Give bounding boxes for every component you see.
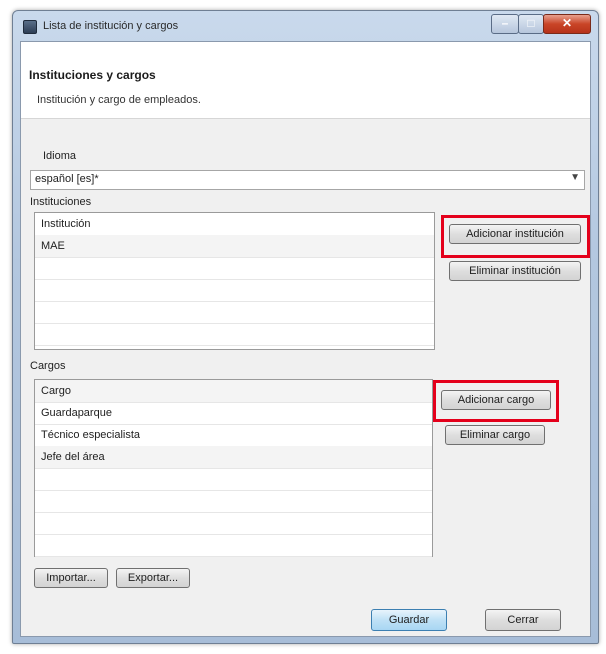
- add-institution-button[interactable]: Adicionar institución: [449, 224, 581, 244]
- dialog-client-area: Instituciones y cargos Institución y car…: [20, 41, 591, 637]
- title-bar[interactable]: Lista de institución y cargos – □ ✕: [13, 11, 598, 41]
- list-item[interactable]: [35, 468, 432, 491]
- import-button[interactable]: Importar...: [34, 568, 108, 588]
- list-item[interactable]: [35, 301, 434, 324]
- close-button[interactable]: Cerrar: [485, 609, 561, 631]
- positions-label: Cargos: [30, 360, 66, 372]
- institutions-list[interactable]: Institución MAE: [34, 212, 435, 350]
- chevron-down-icon[interactable]: ▼: [570, 172, 580, 183]
- institutions-label: Instituciones: [30, 196, 92, 208]
- minimize-button[interactable]: –: [491, 14, 519, 34]
- list-item[interactable]: [35, 512, 432, 535]
- window-title: Lista de institución y cargos: [43, 20, 179, 32]
- list-item[interactable]: [35, 323, 434, 346]
- app-icon: [23, 20, 37, 34]
- list-item[interactable]: MAE: [35, 235, 434, 258]
- add-position-button[interactable]: Adicionar cargo: [441, 390, 551, 410]
- list-item[interactable]: Cargo: [35, 380, 432, 403]
- list-item[interactable]: Técnico especialista: [35, 424, 432, 447]
- list-item[interactable]: Institución: [35, 213, 434, 236]
- language-select[interactable]: español [es]* ▼: [30, 170, 585, 190]
- list-item[interactable]: [35, 257, 434, 280]
- remove-position-button[interactable]: Eliminar cargo: [445, 425, 545, 445]
- export-button[interactable]: Exportar...: [116, 568, 190, 588]
- language-label: Idioma: [43, 150, 77, 162]
- list-item[interactable]: Guardaparque: [35, 402, 432, 425]
- maximize-button[interactable]: □: [518, 14, 544, 34]
- close-icon: ✕: [561, 16, 573, 30]
- save-button[interactable]: Guardar: [371, 609, 447, 631]
- dialog-window: Lista de institución y cargos – □ ✕ Inst…: [12, 10, 599, 644]
- close-window-button[interactable]: ✕: [543, 14, 591, 34]
- list-item[interactable]: [35, 534, 432, 557]
- positions-list[interactable]: Cargo Guardaparque Técnico especialista …: [34, 379, 433, 557]
- list-item[interactable]: [35, 490, 432, 513]
- list-item[interactable]: [35, 279, 434, 302]
- minimize-icon: –: [501, 16, 509, 30]
- language-value: español [es]*: [35, 173, 99, 185]
- dialog-description: Institución y cargo de empleados.: [37, 94, 201, 106]
- list-item[interactable]: Jefe del área: [35, 446, 432, 469]
- maximize-icon: □: [527, 16, 535, 30]
- dialog-header: Instituciones y cargos Institución y car…: [21, 42, 590, 119]
- remove-institution-button[interactable]: Eliminar institución: [449, 261, 581, 281]
- dialog-heading: Instituciones y cargos: [29, 68, 156, 82]
